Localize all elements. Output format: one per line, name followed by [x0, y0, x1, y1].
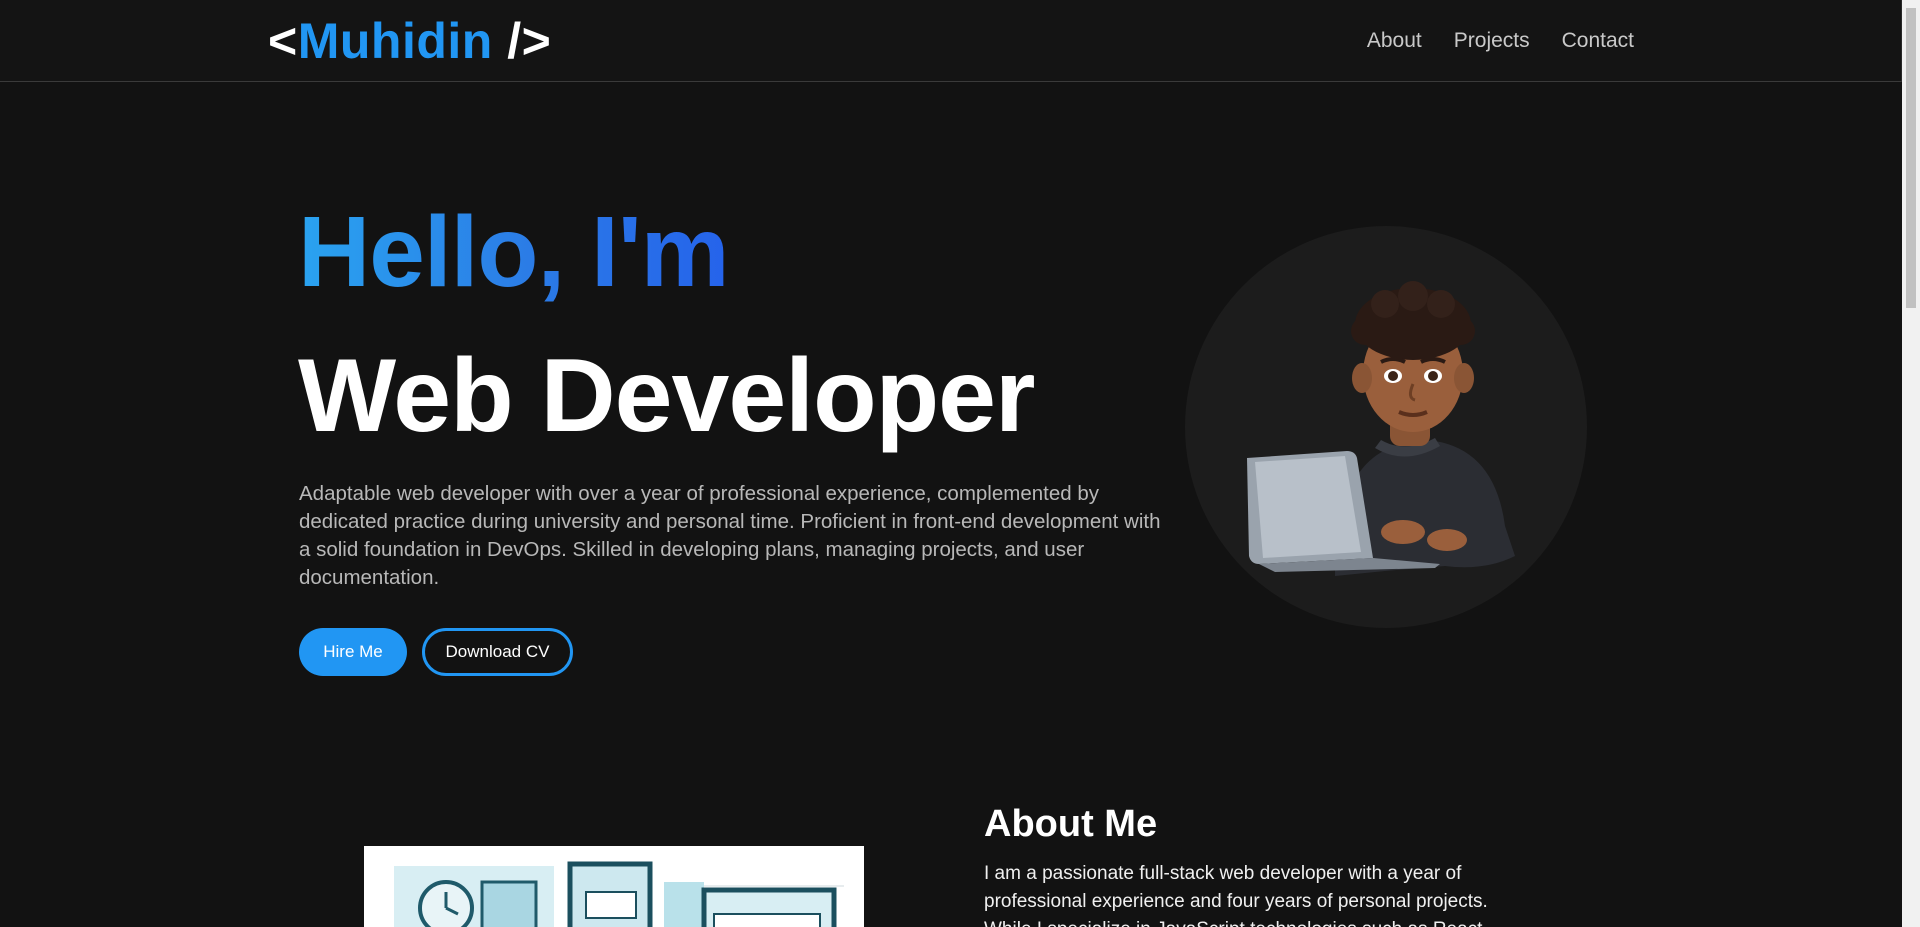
- about-description: I am a passionate full-stack web develop…: [984, 863, 1488, 927]
- logo-close-bracket: />: [492, 13, 552, 69]
- logo-name: Muhidin: [297, 13, 493, 69]
- hero-description: Adaptable web developer with over a year…: [299, 482, 1161, 589]
- navbar: <Muhidin /> About Projects Contact: [0, 0, 1902, 82]
- nav-link-about[interactable]: About: [1367, 26, 1422, 56]
- download-cv-button[interactable]: Download CV: [422, 628, 573, 676]
- hero-greeting: Hello, I'm: [298, 196, 730, 308]
- about-illustration: [364, 846, 864, 927]
- about-section-title: About Me: [984, 803, 1158, 845]
- hero-role-title: Web Developer: [298, 338, 1035, 454]
- nav-link-contact[interactable]: Contact: [1562, 26, 1634, 56]
- hire-me-button[interactable]: Hire Me: [299, 628, 407, 676]
- site-logo[interactable]: <Muhidin />: [268, 12, 551, 70]
- nav-link-projects[interactable]: Projects: [1454, 26, 1530, 56]
- logo-open-bracket: <: [268, 13, 298, 69]
- scrollbar-thumb[interactable]: [1906, 8, 1916, 308]
- avatar: [1185, 226, 1587, 628]
- workspace-illustration: [364, 846, 864, 927]
- page-scrollbar[interactable]: [1902, 0, 1920, 927]
- developer-avatar-illustration: [1247, 281, 1515, 576]
- nav-links: About Projects Contact: [1367, 26, 1634, 56]
